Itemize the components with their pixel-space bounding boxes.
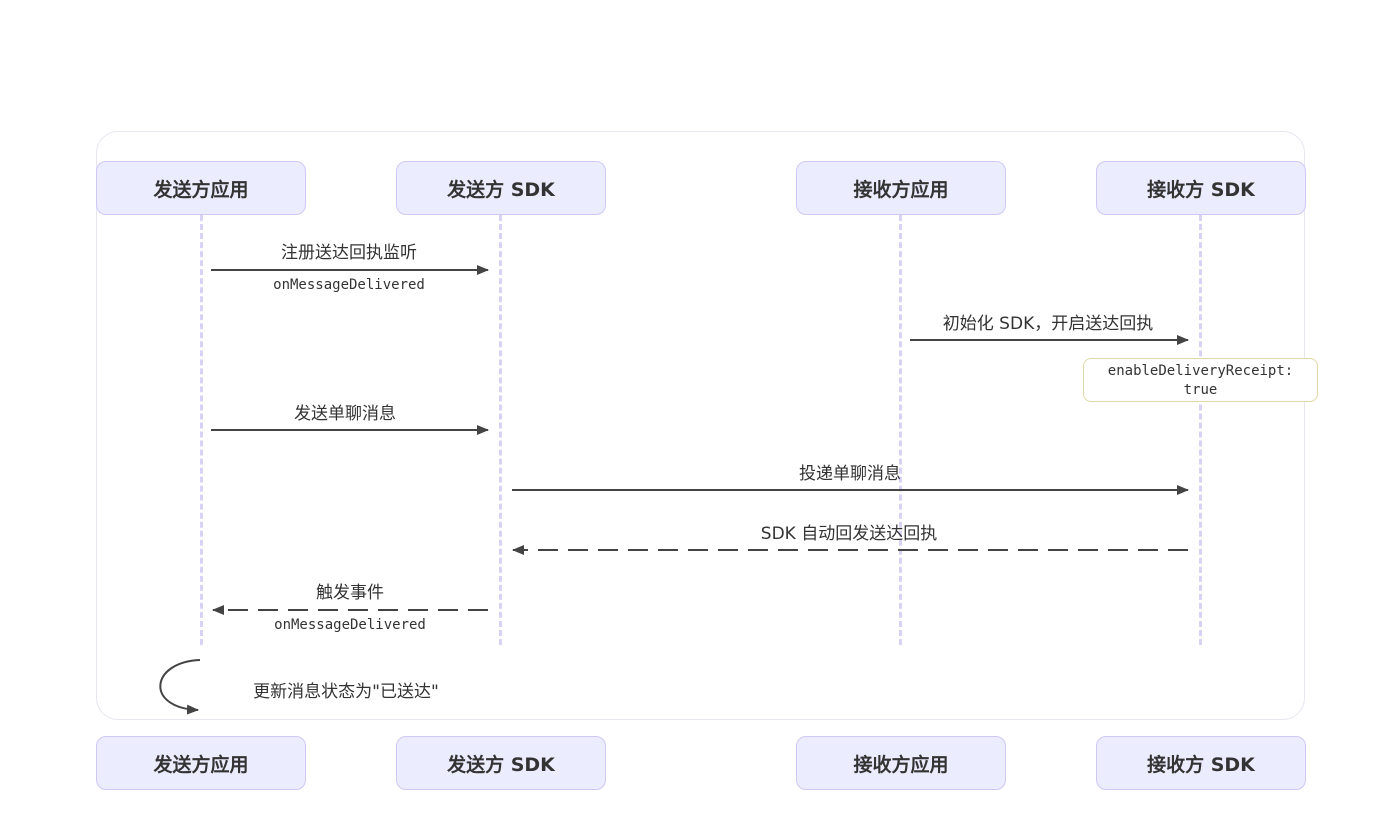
msg-delivery-receipt-label: SDK 自动回发送达回执 (760, 524, 938, 544)
msg-register-listener-sub: onMessageDelivered (273, 277, 425, 293)
actor-sender-app-bottom: 发送方应用 (96, 736, 306, 790)
msg-trigger-event-label: 触发事件 (316, 583, 384, 603)
note-line2: true (1183, 382, 1218, 398)
msg-init-sdk-label: 初始化 SDK，开启送达回执 (942, 314, 1154, 334)
actor-receiver-sdk-bottom: 接收方 SDK (1096, 736, 1306, 790)
arrow-self-update (159, 659, 201, 715)
actor-receiver-app-bottom: 接收方应用 (796, 736, 1006, 790)
actor-sender-sdk-bottom: 发送方 SDK (396, 736, 606, 790)
msg-self-update-label: 更新消息状态为"已送达" (253, 682, 439, 702)
note-delivery-receipt: enableDeliveryReceipt: true (1083, 358, 1318, 402)
message-arrows (159, 265, 1189, 715)
msg-register-listener-label: 注册送达回执监听 (281, 243, 417, 263)
msg-send-message-label: 发送单聊消息 (294, 404, 396, 424)
note-line1: enableDeliveryReceipt: (1107, 363, 1294, 379)
msg-deliver-message-label: 投递单聊消息 (799, 464, 901, 484)
msg-trigger-event-sub: onMessageDelivered (274, 617, 426, 633)
